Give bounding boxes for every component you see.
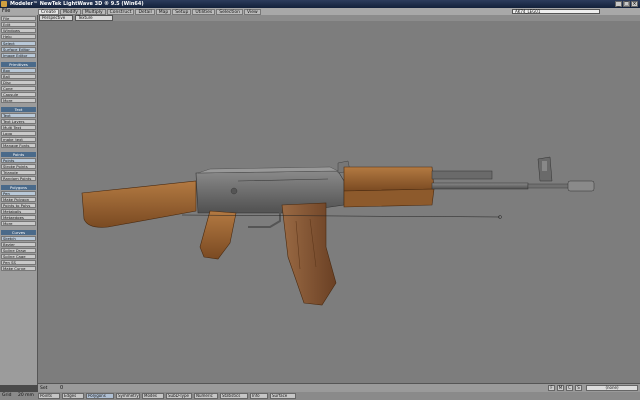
tool-sketch[interactable]: Sketch [1,236,36,241]
tool-pen[interactable]: Pen [1,191,36,196]
tool-points[interactable]: Points [1,158,36,163]
view-button-f[interactable]: F [548,385,555,391]
app-icon [1,1,7,7]
tool-random-points[interactable]: Random Points [1,176,36,181]
section-head-polygons: Polygons [1,185,36,190]
section-head-points: Points [1,152,36,157]
tool-spline-cage[interactable]: Spline Cage [1,254,36,259]
tool-capsule[interactable]: Capsule [1,92,36,97]
grid-label: Grid [2,393,12,398]
layer-name-field[interactable]: AK74_LEG01 [512,9,600,14]
tab-strip: Create Modify Multiply Construct Detail Map Se… [38,8,261,15]
tool-stroke-points[interactable]: Stroke Points [1,164,36,169]
view-button-c[interactable]: C [566,385,573,391]
section-head-curves: Curves [1,230,36,235]
tool-text-layers[interactable]: Text Layers [1,119,36,124]
tool-pen-ss[interactable]: Pen SS [1,260,36,265]
bottom-edges[interactable]: Edges [62,393,84,399]
grid-value: 20 mm [18,393,34,398]
editor-button-1[interactable]: Image Editor [1,53,36,58]
bottom-statistics[interactable]: Statistics [220,393,248,399]
select-menu[interactable]: Select [1,41,36,46]
close-button[interactable]: × [631,1,638,7]
file-menu[interactable]: File [2,8,10,15]
menu-edit[interactable]: Edit [1,22,36,27]
stock-shape [81,180,197,228]
tool-metaedges[interactable]: Metaedges [1,215,36,220]
tool-bezier[interactable]: Bezier [1,242,36,247]
menu-windows[interactable]: Windows [1,28,36,33]
magazine-shape [281,202,337,306]
tool-multi-text[interactable]: Multi Text [1,125,36,130]
menu-file[interactable]: File [1,16,36,21]
title-bar: Modeler™ NewTek LightWave 3D ® 9.5 (Win6… [0,0,640,8]
tool-triangle[interactable]: Triangle [1,170,36,175]
handguard-shape [343,166,435,192]
tool-metaballs[interactable]: Metaballs [1,209,36,214]
maximize-button[interactable]: □ [623,1,630,7]
tool-box[interactable]: Box [1,68,36,73]
bottom-polygons[interactable]: Polygons [86,393,114,399]
tool-make-polygon[interactable]: Make Polygon [1,197,36,202]
window-title: Modeler™ NewTek LightWave 3D ® 9.5 (Win6… [10,1,144,7]
bottom-symmetry[interactable]: Symmetry [116,393,140,399]
tool-logo[interactable]: Logo [1,131,36,136]
bottom-surface[interactable]: Surface [270,393,296,399]
view-button-m[interactable]: M [557,385,564,391]
bottom-toolbar: Grid 20 mm Points Edges Polygons Symmetry Mo… [0,392,640,400]
bottom-points[interactable]: Points [38,393,60,399]
rifle-model [81,156,595,306]
tool-more[interactable]: More [1,98,36,103]
perspective-viewport[interactable] [38,21,640,383]
toolbox-panel: File Edit Windows Help Select Surface Editor I… [0,15,38,385]
tool-cone[interactable]: Cone [1,86,36,91]
layer-mode-select[interactable]: (none) [586,385,638,391]
tool-more[interactable]: More [1,221,36,226]
view-button-s[interactable]: S [575,385,582,391]
bottom-numeric[interactable]: Numeric [194,393,218,399]
tool-spline-draw[interactable]: Spline Draw [1,248,36,253]
section-head-text: Text [1,107,36,112]
tool-make-text[interactable]: make_text [1,137,36,142]
tool-disc[interactable]: Disc [1,80,36,85]
section-head-primitives: Primitives [1,62,36,67]
pistol-grip-shape [199,210,237,260]
tool-text[interactable]: Text [1,113,36,118]
bottom-subd-type[interactable]: SubD-Type [166,393,192,399]
menu-help[interactable]: Help [1,34,36,39]
tool-make-curve[interactable]: Make Curve [1,266,36,271]
tool-points-to-polys[interactable]: Points to Polys [1,203,36,208]
bottom-info[interactable]: Info [250,393,268,399]
tool-ball[interactable]: Ball [1,74,36,79]
bottom-modes[interactable]: Modes [142,393,164,399]
lower-handguard [343,188,435,208]
minimize-button[interactable]: _ [615,1,622,7]
tool-manage-fonts[interactable]: Manage Fonts [1,143,36,148]
editor-button-0[interactable]: Surface Editor [1,47,36,52]
